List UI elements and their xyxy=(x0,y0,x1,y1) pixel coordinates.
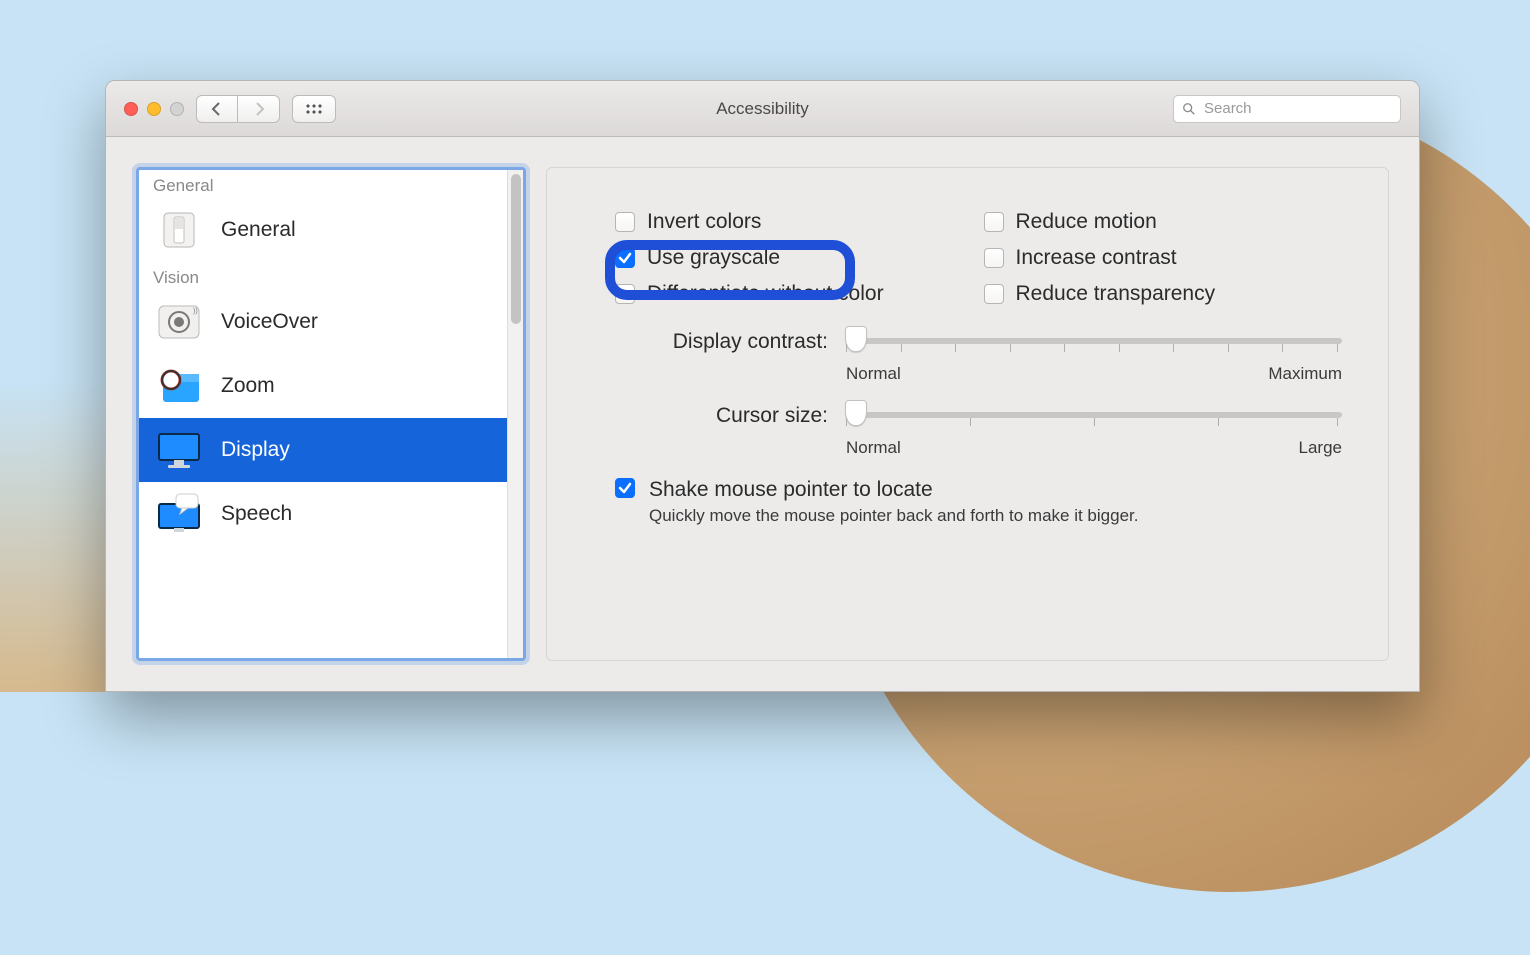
minimize-window-button[interactable] xyxy=(147,102,161,116)
close-window-button[interactable] xyxy=(124,102,138,116)
slider-ticks xyxy=(846,418,1342,428)
zoom-icon xyxy=(153,363,205,409)
search-field[interactable] xyxy=(1173,95,1401,123)
speech-icon xyxy=(153,491,205,537)
voiceover-icon: )) xyxy=(153,299,205,345)
sidebar-item-label: Speech xyxy=(221,502,292,526)
sidebar-item-label: Display xyxy=(221,438,290,462)
option-reduce-transparency[interactable]: Reduce transparency xyxy=(984,282,1343,306)
option-label: Shake mouse pointer to locate xyxy=(649,478,1138,502)
checkbox[interactable] xyxy=(615,478,635,498)
sidebar-item-label: VoiceOver xyxy=(221,310,318,334)
display-icon xyxy=(153,427,205,473)
preferences-window: Accessibility General General Vision xyxy=(105,80,1420,692)
option-reduce-motion[interactable]: Reduce motion xyxy=(984,210,1343,234)
option-description: Quickly move the mouse pointer back and … xyxy=(649,506,1138,526)
slider-max-label: Maximum xyxy=(1268,364,1342,384)
sidebar-item-general[interactable]: General xyxy=(139,198,507,262)
checkbox[interactable] xyxy=(984,284,1004,304)
option-label: Use grayscale xyxy=(647,246,780,270)
option-label: Reduce motion xyxy=(1016,210,1157,234)
search-icon xyxy=(1182,102,1196,116)
svg-text:)): )) xyxy=(193,308,198,315)
checkbox[interactable] xyxy=(984,248,1004,268)
sidebar-item-label: Zoom xyxy=(221,374,275,398)
option-label: Reduce transparency xyxy=(1016,282,1216,306)
option-label: Increase contrast xyxy=(1016,246,1177,270)
slider-ticks xyxy=(846,344,1342,354)
checkmark-icon xyxy=(618,481,632,495)
window-controls xyxy=(124,102,184,116)
sidebar-scrollbar[interactable] xyxy=(507,170,523,658)
option-increase-contrast[interactable]: Increase contrast xyxy=(984,246,1343,270)
sidebar-item-voiceover[interactable]: )) VoiceOver xyxy=(139,290,507,354)
option-label: Differentiate without color xyxy=(647,282,884,306)
titlebar: Accessibility xyxy=(106,81,1419,137)
scrollbar-thumb[interactable] xyxy=(511,174,521,324)
sidebar: General General Vision )) VoiceOver xyxy=(136,167,526,661)
grid-icon xyxy=(305,103,323,115)
show-all-button[interactable] xyxy=(292,95,336,123)
chevron-right-icon xyxy=(253,102,265,116)
display-contrast-slider-row: Display contrast: Normal Maximum xyxy=(593,330,1342,384)
chevron-left-icon xyxy=(211,102,223,116)
checkbox[interactable] xyxy=(615,284,635,304)
checkbox[interactable] xyxy=(615,248,635,268)
checkbox[interactable] xyxy=(615,212,635,232)
cursor-size-slider-row: Cursor size: Normal Large xyxy=(593,404,1342,458)
back-button[interactable] xyxy=(196,95,238,123)
checkmark-icon xyxy=(618,251,632,265)
option-use-grayscale[interactable]: Use grayscale xyxy=(615,246,974,270)
zoom-window-button[interactable] xyxy=(170,102,184,116)
checkbox[interactable] xyxy=(984,212,1004,232)
option-invert-colors[interactable]: Invert colors xyxy=(615,210,974,234)
option-differentiate-without-color[interactable]: Differentiate without color xyxy=(615,282,974,306)
option-label: Invert colors xyxy=(647,210,761,234)
slider-min-label: Normal xyxy=(846,438,901,458)
slider-min-label: Normal xyxy=(846,364,901,384)
display-options-panel: Invert colors Use grayscale Differentiat… xyxy=(546,167,1389,661)
slider-label: Cursor size: xyxy=(593,404,828,428)
nav-back-forward xyxy=(196,95,280,123)
sidebar-group-label: Vision xyxy=(139,262,507,290)
search-input[interactable] xyxy=(1202,99,1405,118)
option-shake-mouse-pointer[interactable]: Shake mouse pointer to locate Quickly mo… xyxy=(593,478,1342,526)
sidebar-item-zoom[interactable]: Zoom xyxy=(139,354,507,418)
sidebar-item-display[interactable]: Display xyxy=(139,418,507,482)
forward-button[interactable] xyxy=(238,95,280,123)
sidebar-item-speech[interactable]: Speech xyxy=(139,482,507,546)
sidebar-item-label: General xyxy=(221,218,296,242)
sidebar-group-label: General xyxy=(139,170,507,198)
sidebar-list[interactable]: General General Vision )) VoiceOver xyxy=(139,170,507,658)
slider-label: Display contrast: xyxy=(593,330,828,354)
slider-max-label: Large xyxy=(1299,438,1342,458)
switch-icon xyxy=(153,207,205,253)
